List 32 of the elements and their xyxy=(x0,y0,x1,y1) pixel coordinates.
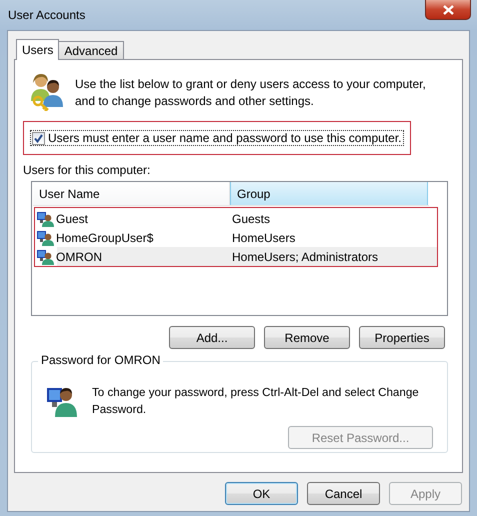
dialog-button[interactable]: Cancel xyxy=(307,482,380,505)
close-icon xyxy=(442,4,454,14)
user-icon xyxy=(37,230,54,246)
password-checkbox[interactable]: Users must enter a user name and password to use this computer. xyxy=(30,130,404,146)
group-title: Password for OMRON xyxy=(38,353,164,367)
list-button[interactable]: Properties xyxy=(359,326,445,349)
user-row[interactable]: HomeGroupUser$ HomeUsers xyxy=(37,228,437,247)
tab[interactable]: Users xyxy=(16,39,60,60)
user-group: HomeUsers xyxy=(232,230,296,244)
user-name: OMRON xyxy=(56,250,102,264)
intro-text: Use the list below to grant or deny users access to your computer, and to change passwords and other settings. xyxy=(75,76,427,110)
users-key-icon xyxy=(29,71,65,111)
user-icon xyxy=(37,210,54,226)
dialog-button[interactable]: OK xyxy=(225,482,298,505)
user-name: HomeGroupUser$ xyxy=(56,230,154,244)
user-icon xyxy=(37,248,54,264)
window-title: User Accounts xyxy=(8,8,86,22)
list-button[interactable]: Add... xyxy=(169,326,255,349)
column-header[interactable]: User Name xyxy=(33,182,230,205)
users-label: Users for this computer: xyxy=(23,163,152,178)
password-instructions: To change your password, press Ctrl-Alt-Del and select Change Password. xyxy=(92,385,420,418)
column-header[interactable]: Group xyxy=(230,182,428,205)
user-row[interactable]: Guest Guests xyxy=(37,209,437,228)
close-button[interactable] xyxy=(425,0,471,20)
user-row[interactable]: OMRON HomeUsers; Administrators xyxy=(37,247,437,266)
checkmark-icon xyxy=(34,134,43,142)
user-group: Guests xyxy=(232,212,270,226)
user-name: Guest xyxy=(56,212,88,226)
users-list[interactable]: User Name Group Guest Guests HomeGroupUser$ HomeUsers OMRON HomeUsers; Administrators xyxy=(31,181,448,316)
tab[interactable]: Advanced xyxy=(58,41,124,59)
list-button[interactable]: Remove xyxy=(264,326,350,349)
user-group: HomeUsers; Administrators xyxy=(232,250,378,264)
